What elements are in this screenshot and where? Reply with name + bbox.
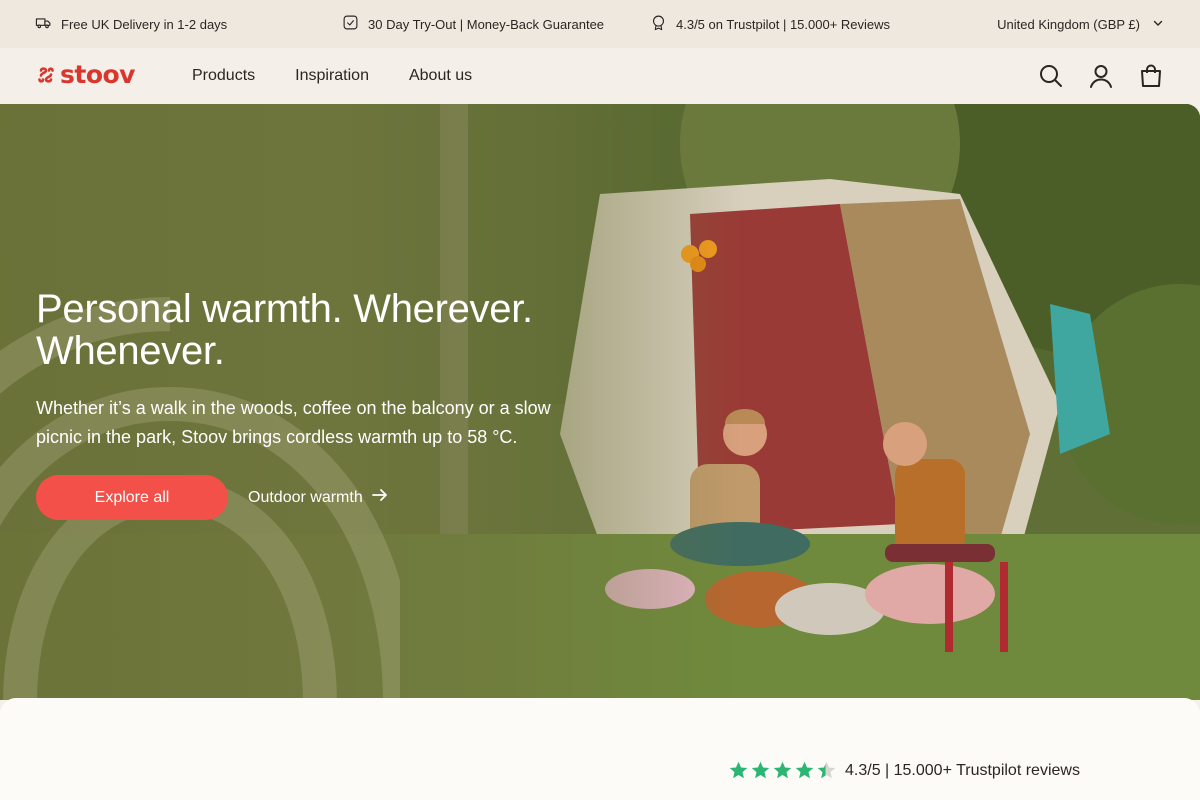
nav-products[interactable]: Products — [192, 67, 255, 85]
region-label: United Kingdom (GBP £) — [997, 16, 1140, 32]
header-actions — [1038, 48, 1164, 104]
usp-trustpilot-text: 4.3/5 on Trustpilot | 15.000+ Reviews — [676, 16, 891, 32]
region-selector[interactable]: United Kingdom (GBP £) — [997, 0, 1164, 48]
bag-icon[interactable] — [1138, 63, 1164, 89]
hero-description: Whether it’s a walk in the woods, coffee… — [36, 398, 551, 447]
search-icon[interactable] — [1038, 63, 1064, 89]
outdoor-warmth-link[interactable]: Outdoor warmth — [248, 486, 389, 509]
usp-guarantee-text: 30 Day Try-Out | Money-Back Guarantee — [368, 16, 605, 32]
usp-delivery-text: Free UK Delivery in 1-2 days — [61, 16, 228, 32]
star-half-icon — [817, 761, 836, 779]
truck-icon — [35, 14, 52, 34]
usp-delivery: Free UK Delivery in 1-2 days — [35, 0, 227, 48]
main-nav: Products Inspiration About us — [192, 48, 472, 104]
star-icon — [751, 761, 770, 779]
reviews-section: 4.3/5 | 15.000+ Trustpilot reviews — [0, 698, 1200, 800]
arrow-right-icon — [371, 486, 389, 509]
rating-badge-icon — [650, 14, 667, 34]
site-header: stoov Products Inspiration About us — [0, 48, 1200, 104]
trustpilot-rating[interactable]: 4.3/5 | 15.000+ Trustpilot reviews — [728, 760, 1080, 781]
star-icon — [773, 761, 792, 779]
usp-trustpilot: 4.3/5 on Trustpilot | 15.000+ Reviews — [650, 0, 890, 48]
logo-mark-icon — [36, 65, 56, 85]
account-icon[interactable] — [1088, 63, 1114, 89]
announcement-bar: Free UK Delivery in 1-2 days 30 Day Try-… — [0, 0, 1200, 48]
hero-actions: Explore all Outdoor warmth — [36, 475, 596, 520]
explore-all-button[interactable]: Explore all — [36, 475, 228, 520]
star-icon — [795, 761, 814, 779]
rating-stars — [728, 760, 837, 781]
nav-about-us[interactable]: About us — [409, 67, 472, 85]
chevron-down-icon — [1152, 17, 1164, 32]
logo-wordmark: stoov — [60, 60, 135, 89]
nav-inspiration[interactable]: Inspiration — [295, 67, 369, 85]
hero-title: Personal warmth. Wherever. Whenever. — [36, 287, 533, 373]
trustpilot-text: 4.3/5 | 15.000+ Trustpilot reviews — [845, 761, 1080, 779]
outdoor-warmth-label: Outdoor warmth — [248, 488, 363, 506]
checkbox-icon — [342, 14, 359, 34]
star-icon — [729, 761, 748, 779]
hero-banner: Personal warmth. Wherever. Whenever. Whe… — [0, 104, 1200, 700]
hero-content: Personal warmth. Wherever. Whenever. Whe… — [36, 288, 596, 520]
usp-guarantee: 30 Day Try-Out | Money-Back Guarantee — [342, 0, 604, 48]
stoov-logo[interactable]: stoov — [36, 60, 135, 89]
